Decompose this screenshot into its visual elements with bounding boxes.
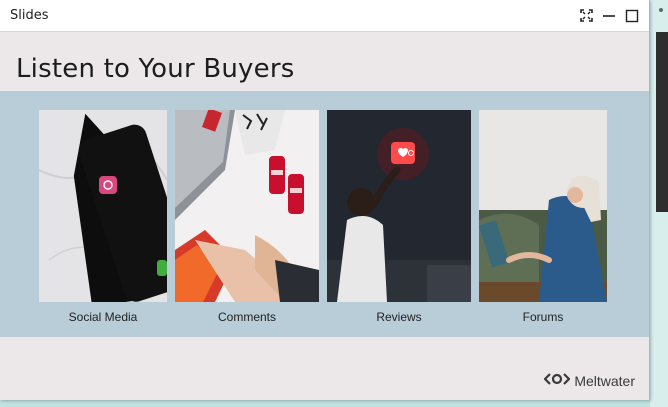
desktop-background	[650, 0, 668, 407]
slides-window: Slides Listen to Your Buyers Social Medi…	[0, 0, 650, 400]
fullscreen-icon[interactable]	[579, 9, 593, 23]
card-label: Forums	[522, 310, 564, 324]
card-label: Reviews	[376, 310, 422, 324]
minimize-icon[interactable]	[602, 9, 616, 23]
maximize-icon[interactable]	[625, 9, 639, 23]
slide-heading: Listen to Your Buyers	[16, 54, 295, 84]
card-label: Comments	[217, 310, 276, 324]
card-label: Social Media	[68, 310, 138, 324]
reviews-photo	[327, 110, 471, 302]
card-comments: Comments	[175, 110, 319, 324]
window-title: Slides	[10, 8, 49, 23]
card-forums: Forums	[479, 110, 607, 324]
forums-photo	[479, 110, 607, 302]
window-controls	[579, 9, 639, 23]
meltwater-logo: Meltwater	[543, 372, 635, 389]
card-reviews: Reviews	[327, 110, 471, 324]
social-media-photo	[39, 110, 167, 302]
background-window	[656, 32, 668, 212]
card-social-media: Social Media	[39, 110, 167, 324]
title-bar: Slides	[0, 0, 649, 32]
comments-photo	[175, 110, 319, 302]
background-dot	[659, 8, 663, 12]
brand-name: Meltwater	[574, 372, 635, 389]
meltwater-icon	[543, 372, 571, 389]
